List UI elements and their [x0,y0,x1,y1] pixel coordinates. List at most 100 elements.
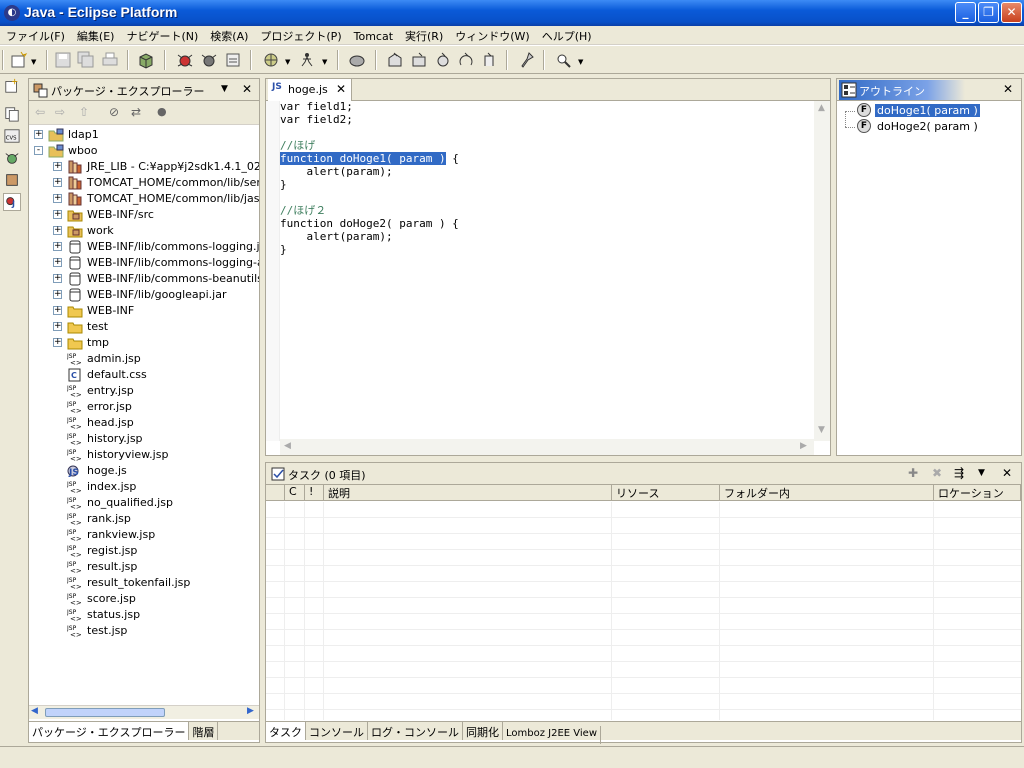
minimize-button[interactable]: _ [955,2,976,23]
tree-item[interactable]: + WEB-INF [29,303,259,319]
add-task-icon[interactable]: ✚ [908,466,918,480]
collapse-all-icon[interactable]: ● [157,105,167,118]
search-dropdown-icon[interactable]: ▼ [578,58,583,66]
package-icon[interactable] [137,51,155,69]
menu-file[interactable]: ファイル(F) [0,26,71,44]
maximize-button[interactable]: ❐ [978,2,999,23]
save-all-icon[interactable] [77,51,95,69]
editor-horizontal-scrollbar[interactable]: ◀ ▶ [280,439,814,455]
tree-item[interactable]: JS hoge.js [29,463,259,479]
expand-icon[interactable]: + [53,210,62,219]
save-icon[interactable] [54,51,72,69]
filter-icon[interactable]: ⊘ [109,105,119,119]
search-tool-icon[interactable] [554,51,572,69]
scroll-down-icon[interactable]: ▼ [818,425,825,435]
tree-item[interactable]: JSP <> regist.jsp [29,543,259,559]
tree-item[interactable]: + test [29,319,259,335]
tree-item[interactable]: JSP <> error.jsp [29,399,259,415]
tree-item[interactable]: + tmp [29,335,259,351]
menu-search[interactable]: 検索(A) [204,26,254,44]
eclipse-app-icon[interactable]: ◐ [4,5,20,21]
scroll-thumb[interactable] [45,708,165,717]
new-wizard-icon[interactable] [10,51,28,69]
editor-vertical-scrollbar[interactable]: ▲ ▼ [814,101,830,441]
column-blank[interactable] [266,485,285,501]
tree-item[interactable]: + WEB-INF/lib/commons-logging-api.jar [29,255,259,271]
scroll-left-icon[interactable]: ◀ [31,706,38,716]
tab-synchronize[interactable]: 同期化 [463,722,503,740]
code-editor[interactable]: var field1; var field2;//ほげ function doHog… [280,100,459,256]
scroll-right-icon[interactable]: ▶ [800,441,807,451]
tree-item[interactable]: JSP <> index.jsp [29,479,259,495]
tree-item[interactable]: + ldap1 [29,127,259,143]
delete-task-icon[interactable]: ✖ [932,466,942,480]
expand-icon[interactable]: + [53,162,62,171]
close-tab-icon[interactable]: ✕ [336,82,346,96]
pin-icon[interactable] [517,51,535,69]
tree-item[interactable]: + work [29,223,259,239]
column-completed[interactable]: C [285,485,305,501]
tree-item[interactable]: JSP <> entry.jsp [29,383,259,399]
expand-icon[interactable]: + [53,338,62,347]
tree-item[interactable]: JSP <> historyview.jsp [29,447,259,463]
new-dropdown-icon[interactable]: ▼ [31,58,36,66]
forward-icon[interactable]: ⇨ [55,105,65,119]
tree-item[interactable]: JSP <> score.jsp [29,591,259,607]
open-type-icon[interactable] [348,51,366,69]
tree-item[interactable]: + WEB-INF/lib/commons-beanutils.jar [29,271,259,287]
tree-item[interactable]: + WEB-INF/src [29,207,259,223]
debug-perspective-icon[interactable] [3,149,21,167]
expand-icon[interactable]: + [53,242,62,251]
tree-item[interactable]: + WEB-INF/lib/commons-logging.jar [29,239,259,255]
debug-dropdown-icon[interactable]: ▼ [285,58,290,66]
tree-item[interactable]: + TOMCAT_HOME/common/lib/servlet [29,175,259,191]
print-icon[interactable] [101,51,119,69]
tree-item[interactable]: + WEB-INF/lib/googleapi.jar [29,287,259,303]
tab-log-console[interactable]: ログ・コンソール [368,722,463,740]
tomcat-deploy-icon[interactable] [480,51,498,69]
menu-edit[interactable]: 編集(E) [71,26,121,44]
menu-window[interactable]: ウィンドウ(W) [449,26,535,44]
tomcat-redeploy-icon[interactable] [457,51,475,69]
column-location[interactable]: ロケーション [934,485,1021,501]
view-menu-icon[interactable]: ▼ [221,84,228,94]
close-tasks-icon[interactable]: ✕ [1002,466,1012,480]
run-icon[interactable] [298,51,316,69]
tomcat-restart-icon[interactable] [434,51,452,69]
filter-tasks-icon[interactable]: ⇶ [954,466,964,480]
link-with-editor-icon[interactable]: ⇄ [131,105,141,119]
tree-item[interactable]: JSP <> no_qualified.jsp [29,495,259,511]
tomcat-start-icon[interactable] [386,51,404,69]
tree-item[interactable]: Cdefault.css [29,367,259,383]
tasks-view-menu-icon[interactable]: ▼ [978,468,985,478]
tomcat-stop-icon[interactable] [410,51,428,69]
column-folder[interactable]: フォルダー内 [720,485,934,501]
editor-tab-hoge-js[interactable]: JS hoge.js ✕ [268,79,352,101]
tree-item[interactable]: JSP <> status.jsp [29,607,259,623]
tree-item[interactable]: + TOMCAT_HOME/common/lib/jasper- [29,191,259,207]
expand-icon[interactable]: + [53,194,62,203]
tree-item[interactable]: + JRE_LIB - C:¥app¥j2sdk1.4.1_02¥jre [29,159,259,175]
debug-launch-icon[interactable] [262,51,280,69]
run-debug-icon[interactable] [200,51,218,69]
run-dropdown-icon[interactable]: ▼ [322,58,327,66]
menu-run[interactable]: 実行(R) [399,26,449,44]
tree-item[interactable]: JSP <> admin.jsp [29,351,259,367]
scroll-up-icon[interactable]: ▲ [818,103,825,113]
debug-icon[interactable] [176,51,194,69]
back-icon[interactable]: ⇦ [35,105,45,119]
tab-console[interactable]: コンソール [306,722,368,740]
tab-hierarchy[interactable]: 階層 [189,722,219,740]
explorer-horizontal-scrollbar[interactable]: ◀ ▶ [29,705,259,719]
menu-tomcat[interactable]: Tomcat [348,28,399,43]
menu-project[interactable]: プロジェクト(P) [254,26,347,44]
close-view-icon[interactable]: ✕ [242,82,252,96]
expand-icon[interactable]: + [53,178,62,187]
column-resource[interactable]: リソース [612,485,720,501]
menu-navigate[interactable]: ナビゲート(N) [120,26,204,44]
expand-icon[interactable]: + [53,226,62,235]
column-description[interactable]: 説明 [324,485,612,501]
tree-item[interactable]: JSP <> result.jsp [29,559,259,575]
expand-icon[interactable]: + [53,290,62,299]
scroll-left-icon[interactable]: ◀ [284,441,291,451]
